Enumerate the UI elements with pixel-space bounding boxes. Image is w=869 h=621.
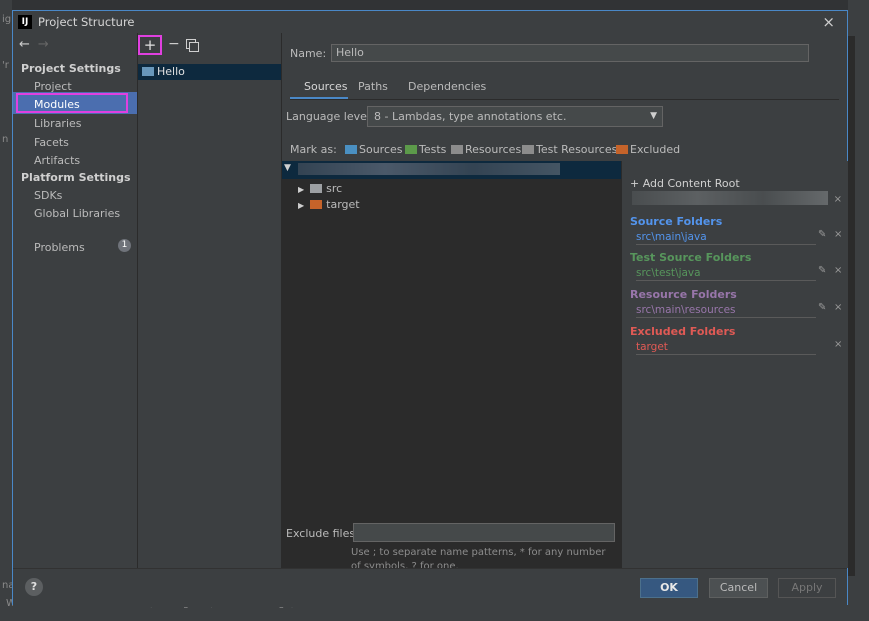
sidebar-item-modules[interactable]: Modules bbox=[34, 98, 80, 111]
tests-folder-icon bbox=[405, 145, 417, 154]
sidebar-item-project[interactable]: Project bbox=[34, 80, 72, 93]
settings-sidebar: ← → Project Settings Project Modules Libr… bbox=[13, 33, 138, 568]
ide-right-edge bbox=[848, 0, 869, 621]
resource-folders-heading: Resource Folders bbox=[630, 288, 737, 301]
tab-dependencies[interactable]: Dependencies bbox=[408, 80, 486, 93]
close-icon[interactable]: × bbox=[822, 13, 835, 31]
mark-as-toolbar: Mark as: Sources Tests Resources Test Re… bbox=[290, 143, 840, 159]
dialog-footer: ? OK Cancel Apply bbox=[13, 568, 847, 607]
excluded-folders-heading: Excluded Folders bbox=[630, 325, 736, 338]
mark-tests-button[interactable]: Tests bbox=[405, 143, 446, 156]
redacted-content-root-path bbox=[632, 191, 828, 205]
bg-text-1: ig bbox=[2, 14, 12, 25]
mark-as-label: Mark as: bbox=[290, 143, 337, 156]
sidebar-item-artifacts[interactable]: Artifacts bbox=[34, 154, 80, 167]
remove-folder-icon[interactable]: × bbox=[834, 302, 842, 313]
ide-status-bar: Web framework is detected, ) Configure (… bbox=[0, 598, 869, 621]
intellij-app-icon: IJ bbox=[18, 15, 32, 29]
apply-button[interactable]: Apply bbox=[778, 578, 836, 598]
back-arrow-icon[interactable]: ← bbox=[19, 37, 30, 52]
path-underline bbox=[636, 317, 816, 318]
remove-folder-icon[interactable]: × bbox=[834, 229, 842, 240]
tab-sources[interactable]: Sources bbox=[304, 80, 348, 93]
edit-pencil-icon[interactable]: ✎ bbox=[818, 265, 826, 276]
sidebar-item-sdks[interactable]: SDKs bbox=[34, 189, 62, 202]
remove-folder-icon[interactable]: × bbox=[834, 265, 842, 276]
path-underline bbox=[636, 244, 816, 245]
section-project-settings: Project Settings bbox=[21, 62, 121, 75]
cancel-button[interactable]: Cancel bbox=[709, 578, 768, 598]
path-underline bbox=[636, 354, 816, 355]
modules-list-panel: + − Hello bbox=[138, 33, 282, 568]
mark-test-resources-button[interactable]: Test Resources bbox=[522, 143, 617, 156]
mark-sources-button[interactable]: Sources bbox=[345, 143, 403, 156]
expand-right-icon[interactable]: ▶ bbox=[298, 185, 304, 194]
remove-root-icon[interactable]: × bbox=[834, 194, 842, 205]
edit-pencil-icon[interactable]: ✎ bbox=[818, 229, 826, 240]
name-label: Name: bbox=[290, 47, 327, 60]
sidebar-item-facets[interactable]: Facets bbox=[34, 136, 69, 149]
project-structure-dialog: IJ Project Structure × ← → Project Settin… bbox=[12, 10, 848, 607]
ok-button[interactable]: OK bbox=[640, 578, 698, 598]
module-folder-icon bbox=[142, 67, 154, 76]
expand-right-icon[interactable]: ▶ bbox=[298, 201, 304, 210]
excluded-folder-icon bbox=[310, 200, 323, 209]
tree-row-src[interactable]: ▶ src bbox=[298, 182, 342, 195]
test-source-folders-heading: Test Source Folders bbox=[630, 251, 752, 264]
resource-folder-path: src\main\resources bbox=[636, 304, 736, 316]
language-level-label: Language level: bbox=[286, 110, 374, 123]
path-underline bbox=[636, 280, 816, 281]
mark-resources-button[interactable]: Resources bbox=[451, 143, 521, 156]
edit-pencil-icon[interactable]: ✎ bbox=[818, 302, 826, 313]
excluded-folder-path: target bbox=[636, 341, 668, 353]
bg-text-3: n bbox=[2, 134, 9, 145]
add-module-button[interactable]: + bbox=[138, 35, 162, 55]
source-folders-heading: Source Folders bbox=[630, 215, 723, 228]
mark-excluded-button[interactable]: Excluded bbox=[616, 143, 680, 156]
sidebar-item-problems[interactable]: Problems bbox=[34, 241, 85, 254]
dialog-title: Project Structure bbox=[38, 15, 135, 29]
module-name-field[interactable]: Hello bbox=[331, 44, 809, 62]
language-level-select[interactable]: 8 - Lambdas, type annotations etc. ▼ bbox=[367, 106, 663, 127]
excluded-folder-icon bbox=[616, 145, 628, 154]
sidebar-item-libraries[interactable]: Libraries bbox=[34, 117, 82, 130]
folder-icon bbox=[310, 184, 323, 193]
tab-paths[interactable]: Paths bbox=[358, 80, 388, 93]
title-bar: IJ Project Structure × bbox=[13, 11, 847, 33]
add-content-root-button[interactable]: + Add Content Root bbox=[630, 177, 740, 190]
remove-module-button[interactable]: − bbox=[168, 36, 180, 52]
resources-folder-icon bbox=[451, 145, 463, 154]
content-root-panel: + Add Content Root × Source Folders src\… bbox=[621, 161, 848, 568]
sidebar-item-global-libraries[interactable]: Global Libraries bbox=[34, 207, 120, 220]
tabs-divider bbox=[290, 99, 839, 100]
test-source-folder-path: src\test\java bbox=[636, 267, 701, 279]
problems-count-badge: 1 bbox=[118, 239, 131, 252]
tree-row-target[interactable]: ▶ target bbox=[298, 198, 360, 211]
copy-module-icon[interactable] bbox=[186, 39, 199, 52]
module-label: Hello bbox=[157, 65, 185, 78]
expand-down-icon[interactable]: ▼ bbox=[284, 163, 291, 173]
bg-text-2: 'r bbox=[2, 60, 9, 71]
content-root-tree: ▼ ▶ src ▶ target Exclude files: Use ; to s… bbox=[282, 161, 621, 572]
ide-left-edge: ig 'r n na bbox=[0, 0, 14, 621]
exclude-files-label: Exclude files: bbox=[286, 527, 359, 540]
module-row-hello[interactable]: Hello bbox=[138, 64, 281, 80]
nav-arrows: ← → bbox=[19, 37, 49, 52]
forward-arrow-icon[interactable]: → bbox=[38, 37, 49, 52]
remove-folder-icon[interactable]: × bbox=[834, 339, 842, 350]
dropdown-arrow-icon: ▼ bbox=[650, 111, 657, 121]
sources-folder-icon bbox=[345, 145, 357, 154]
tree-root-row[interactable]: ▼ bbox=[282, 161, 621, 179]
exclude-files-input[interactable] bbox=[353, 523, 615, 542]
redacted-root-path bbox=[298, 163, 560, 175]
source-folder-path: src\main\java bbox=[636, 231, 707, 243]
help-button[interactable]: ? bbox=[25, 578, 43, 596]
module-settings-panel: Name: Hello Sources Paths Dependencies L… bbox=[282, 33, 848, 572]
test-resources-folder-icon bbox=[522, 145, 534, 154]
language-level-value: 8 - Lambdas, type annotations etc. bbox=[374, 110, 567, 123]
section-platform-settings: Platform Settings bbox=[21, 171, 131, 184]
